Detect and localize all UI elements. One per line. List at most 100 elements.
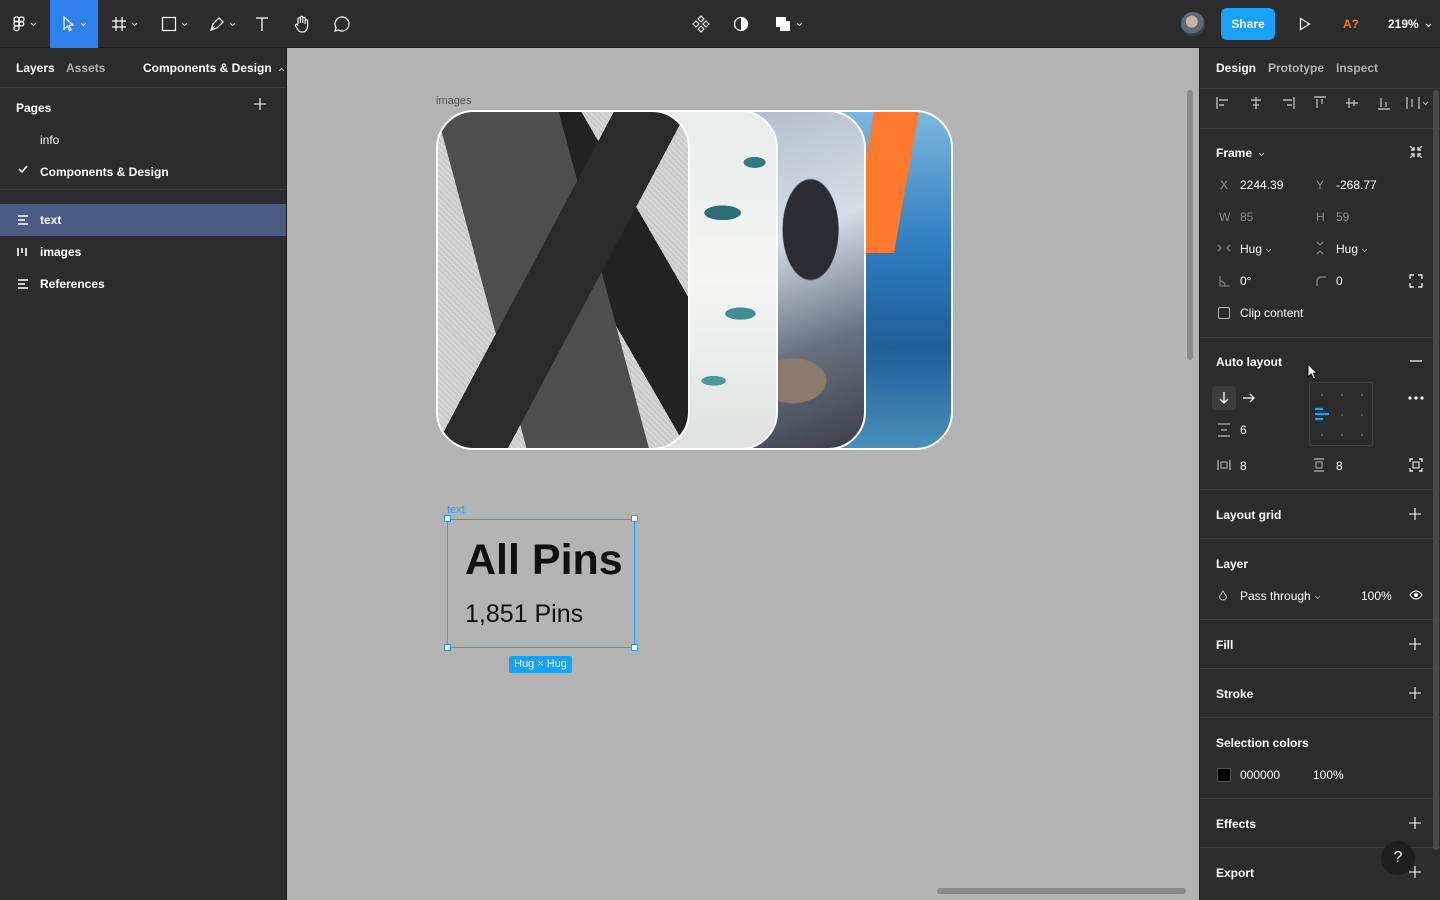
right-panel-scrollbar[interactable] [1433,90,1439,850]
arrow-down-icon [1219,392,1229,404]
frame-hash-icon [111,17,126,31]
layer-row-text[interactable]: text [0,204,286,236]
resize-handle-bottom-right[interactable] [631,644,638,651]
resize-handle-bottom-left[interactable] [444,644,451,651]
eye-icon[interactable] [1409,590,1423,600]
page-item-info[interactable]: info [40,133,59,147]
present-button[interactable] [1293,0,1317,48]
share-button[interactable]: Share [1221,8,1275,40]
all-pins-title[interactable]: All Pins [465,536,623,585]
tab-assets[interactable]: Assets [66,61,105,75]
images-frame[interactable] [436,110,953,450]
align-top-icon[interactable] [1313,96,1327,110]
divider [1200,717,1440,718]
user-avatar[interactable] [1181,12,1205,36]
layer-row-references[interactable]: References [0,268,286,300]
help-button[interactable]: ? [1381,841,1415,875]
add-page-button[interactable] [254,98,266,113]
more-options-icon[interactable] [1408,396,1424,400]
align-horizontal-center-icon[interactable] [1249,96,1263,110]
selection-color-opacity[interactable]: 100% [1313,768,1344,782]
zoom-dropdown[interactable]: 219% [1388,17,1432,31]
page-item-components-design[interactable]: Components & Design [40,165,169,179]
components-button[interactable] [688,0,714,48]
divider [1200,489,1440,490]
vertical-padding-input[interactable]: 8 [1336,459,1343,473]
h-input[interactable]: 59 [1336,210,1349,224]
y-input[interactable]: -268.77 [1336,178,1377,192]
vertical-scrollbar[interactable] [1187,90,1193,360]
shape-tool-button[interactable] [152,0,196,48]
arrow-right-icon[interactable] [1242,393,1256,403]
text-tool-button[interactable] [248,0,276,48]
layer-opacity-input[interactable]: 100% [1361,589,1392,603]
pen-tool-button[interactable] [200,0,244,48]
zoom-value: 219% [1388,17,1419,31]
individual-padding-icon[interactable] [1409,458,1423,472]
add-stroke-icon[interactable] [1409,687,1421,699]
rectangle-icon [161,16,176,32]
direction-vertical-button[interactable] [1212,386,1236,410]
independent-corners-icon[interactable] [1409,274,1423,288]
selection-color-hex[interactable]: 000000 [1240,768,1280,782]
chevron-down-icon [181,22,187,26]
hand-tool-button[interactable] [288,0,316,48]
align-left-icon[interactable] [1216,96,1230,110]
canvas[interactable]: images text All Pins 1,851 Pins Hug × Hu… [287,48,1199,900]
half-circle-icon [733,16,749,32]
collapse-frame-icon[interactable] [1409,145,1423,159]
image-card-abstract-gray[interactable] [436,110,690,450]
tab-design[interactable]: Design [1216,61,1256,75]
resize-handle-top-left[interactable] [444,515,451,522]
clip-content-checkbox[interactable] [1218,307,1230,319]
blend-mode-dropdown[interactable]: Pass through [1240,589,1321,603]
component-diamond-icon [692,15,710,33]
layout-grid-heading: Layout grid [1216,508,1282,522]
boolean-union-icon [775,17,790,31]
tab-layers[interactable]: Layers [16,61,55,75]
horizontal-padding-input[interactable]: 8 [1240,459,1247,473]
item-spacing-input[interactable]: 6 [1240,423,1247,437]
rotation-input[interactable]: 0° [1240,274,1251,288]
align-right-icon[interactable] [1281,96,1295,110]
missing-fonts-indicator[interactable]: A? [1343,17,1359,31]
chevron-down-icon [1259,152,1265,157]
alignment-grid[interactable] [1309,382,1373,446]
remove-auto-layout-icon[interactable] [1410,360,1422,362]
w-input[interactable]: 85 [1240,210,1253,224]
x-input[interactable]: 2244.39 [1240,178,1283,192]
pins-count[interactable]: 1,851 Pins [465,600,583,629]
horizontal-resizing-dropdown[interactable]: Hug [1240,242,1272,256]
boolean-ops-button[interactable] [770,0,806,48]
resize-handle-top-right[interactable] [631,515,638,522]
divider [0,189,286,190]
layer-label: References [40,277,105,291]
add-layout-grid-icon[interactable] [1409,508,1421,520]
frame-tool-button[interactable] [102,0,146,48]
add-fill-icon[interactable] [1409,638,1421,650]
images-frame-label[interactable]: images [436,95,471,107]
chevron-down-icon [30,22,36,26]
frame-heading[interactable]: Frame [1216,146,1265,160]
corner-radius-input[interactable]: 0 [1336,274,1343,288]
align-bottom-icon[interactable] [1377,96,1391,110]
layer-row-images[interactable]: images [0,236,286,268]
vertical-resizing-dropdown[interactable]: Hug [1336,242,1368,256]
color-swatch[interactable] [1217,768,1231,782]
h-label: H [1316,210,1325,224]
layer-label: images [40,245,82,259]
main-menu-button[interactable] [0,0,48,48]
horizontal-scrollbar[interactable] [937,888,1186,894]
layer-heading: Layer [1216,557,1249,571]
tab-prototype[interactable]: Prototype [1268,61,1324,75]
tab-inspect[interactable]: Inspect [1336,61,1378,75]
horizontal-resize-icon [1217,244,1231,252]
align-vertical-center-icon[interactable] [1345,96,1359,110]
add-effect-icon[interactable] [1409,817,1421,829]
distribute-icon[interactable] [1406,96,1430,110]
move-tool-button[interactable] [50,0,98,48]
comment-tool-button[interactable] [328,0,356,48]
mask-button[interactable] [728,0,754,48]
auto-layout-horizontal-icon [17,248,27,256]
page-selector[interactable]: Components & Design [143,61,285,75]
